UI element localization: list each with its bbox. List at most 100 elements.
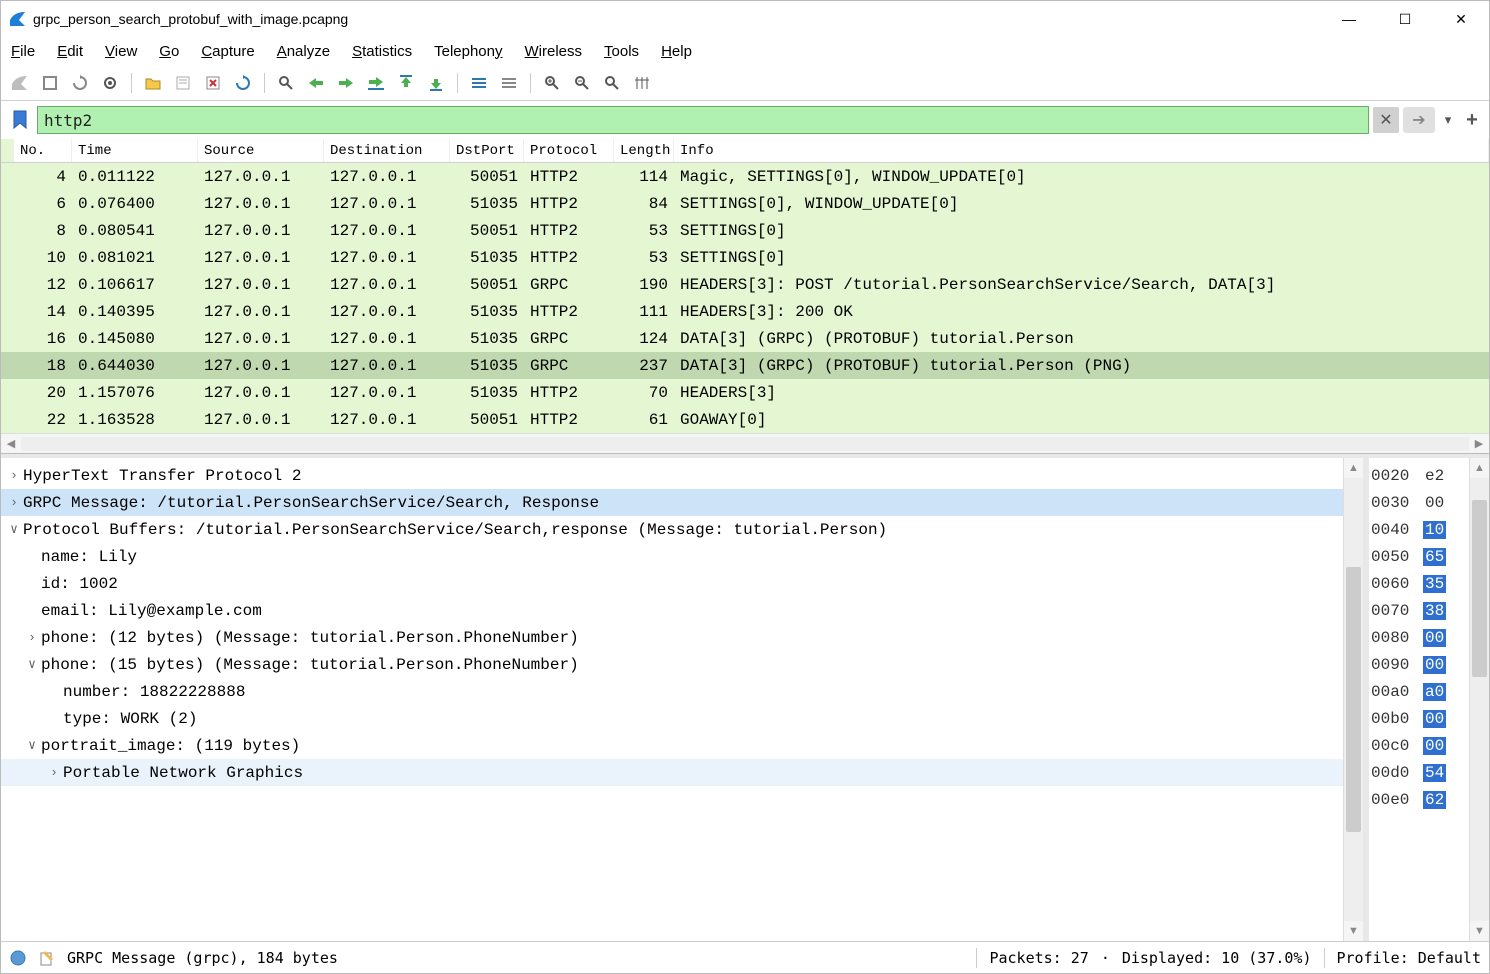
tree-toggle-icon[interactable]: › [23, 630, 41, 645]
hex-row[interactable]: 00d054 [1371, 759, 1467, 786]
open-file-icon[interactable] [140, 70, 166, 96]
scroll-down-icon[interactable]: ▼ [1344, 921, 1363, 941]
detail-row[interactable]: type: WORK (2) [1, 705, 1343, 732]
zoom-in-icon[interactable] [539, 70, 565, 96]
scroll-down-icon[interactable]: ▼ [1470, 921, 1489, 941]
zoom-reset-icon[interactable] [599, 70, 625, 96]
menu-telephony[interactable]: Telephony [434, 43, 502, 60]
menu-capture[interactable]: Capture [201, 43, 254, 60]
packet-row[interactable]: 120.106617127.0.0.1127.0.0.150051GRPC190… [1, 271, 1489, 298]
hex-row[interactable]: 009000 [1371, 651, 1467, 678]
filter-history-icon[interactable]: ▾ [1439, 112, 1457, 128]
menu-statistics[interactable]: Statistics [352, 43, 412, 60]
packet-row[interactable]: 100.081021127.0.0.1127.0.0.151035HTTP253… [1, 244, 1489, 271]
expert-info-icon[interactable] [9, 949, 27, 967]
packet-row[interactable]: 80.080541127.0.0.1127.0.0.150051HTTP253S… [1, 217, 1489, 244]
detail-row[interactable]: ›Portable Network Graphics [1, 759, 1343, 786]
hex-row[interactable]: 007038 [1371, 597, 1467, 624]
col-header-info[interactable]: Info [674, 139, 1489, 162]
hex-row[interactable]: 006035 [1371, 570, 1467, 597]
scroll-up-icon[interactable]: ▲ [1344, 458, 1363, 478]
menu-tools[interactable]: Tools [604, 43, 639, 60]
find-icon[interactable] [273, 70, 299, 96]
go-last-icon[interactable] [423, 70, 449, 96]
resize-columns-icon[interactable] [629, 70, 655, 96]
filter-add-icon[interactable]: + [1461, 109, 1483, 132]
scroll-up-icon[interactable]: ▲ [1470, 458, 1489, 478]
packet-list-body[interactable]: 40.011122127.0.0.1127.0.0.150051HTTP2114… [1, 163, 1489, 433]
bookmark-icon[interactable] [7, 107, 33, 133]
hex-row[interactable]: 00b000 [1371, 705, 1467, 732]
capture-options-icon[interactable] [97, 70, 123, 96]
bytes-vscroll[interactable]: ▲ ▼ [1469, 458, 1489, 941]
save-file-icon[interactable] [170, 70, 196, 96]
hex-row[interactable]: 004010 [1371, 516, 1467, 543]
tree-toggle-icon[interactable]: › [5, 495, 23, 510]
filter-clear-icon[interactable]: ✕ [1373, 107, 1399, 133]
menu-edit[interactable]: Edit [57, 43, 83, 60]
detail-row[interactable]: ›HyperText Transfer Protocol 2 [1, 462, 1343, 489]
menu-analyze[interactable]: Analyze [277, 43, 330, 60]
hex-row[interactable]: 00e062 [1371, 786, 1467, 813]
hex-row[interactable]: 0020e2 [1371, 462, 1467, 489]
detail-row[interactable]: ∨portrait_image: (119 bytes) [1, 732, 1343, 759]
detail-row[interactable]: ›GRPC Message: /tutorial.PersonSearchSer… [1, 489, 1343, 516]
scroll-right-icon[interactable]: ▶ [1469, 437, 1489, 450]
col-header-no[interactable]: No. [14, 139, 72, 162]
packet-bytes-body[interactable]: 0020e20030000040100050650060350070380080… [1369, 458, 1469, 941]
detail-row[interactable]: ›phone: (12 bytes) (Message: tutorial.Pe… [1, 624, 1343, 651]
capture-stop-icon[interactable] [37, 70, 63, 96]
display-filter-input[interactable] [37, 106, 1369, 134]
colorize-icon[interactable] [496, 70, 522, 96]
packet-details-body[interactable]: ›HyperText Transfer Protocol 2›GRPC Mess… [1, 458, 1343, 941]
detail-row[interactable]: number: 18822228888 [1, 678, 1343, 705]
go-first-icon[interactable] [393, 70, 419, 96]
filter-apply-icon[interactable]: ➔ [1403, 107, 1435, 133]
go-back-icon[interactable] [303, 70, 329, 96]
detail-row[interactable]: id: 1002 [1, 570, 1343, 597]
detail-row[interactable]: ∨Protocol Buffers: /tutorial.PersonSearc… [1, 516, 1343, 543]
menu-wireless[interactable]: Wireless [525, 43, 583, 60]
edit-capture-icon[interactable] [39, 949, 55, 967]
go-forward-icon[interactable] [333, 70, 359, 96]
detail-row[interactable]: name: Lily [1, 543, 1343, 570]
status-profile[interactable]: Profile: Default [1337, 949, 1482, 967]
scroll-left-icon[interactable]: ◀ [1, 437, 21, 450]
packet-row[interactable]: 40.011122127.0.0.1127.0.0.150051HTTP2114… [1, 163, 1489, 190]
capture-restart-icon[interactable] [67, 70, 93, 96]
hex-row[interactable]: 005065 [1371, 543, 1467, 570]
close-file-icon[interactable] [200, 70, 226, 96]
hex-row[interactable]: 00a0a0 [1371, 678, 1467, 705]
col-header-destination[interactable]: Destination [324, 139, 450, 162]
auto-scroll-icon[interactable] [466, 70, 492, 96]
packet-row[interactable]: 201.157076127.0.0.1127.0.0.151035HTTP270… [1, 379, 1489, 406]
tree-toggle-icon[interactable]: › [5, 468, 23, 483]
packet-row[interactable]: 160.145080127.0.0.1127.0.0.151035GRPC124… [1, 325, 1489, 352]
tree-toggle-icon[interactable]: ∨ [23, 657, 41, 672]
col-header-time[interactable]: Time [72, 139, 198, 162]
hex-row[interactable]: 003000 [1371, 489, 1467, 516]
reload-icon[interactable] [230, 70, 256, 96]
minimize-button[interactable]: ― [1321, 1, 1377, 37]
col-header-length[interactable]: Length [614, 139, 674, 162]
menu-help[interactable]: Help [661, 43, 692, 60]
maximize-button[interactable]: ☐ [1377, 1, 1433, 37]
col-header-protocol[interactable]: Protocol [524, 139, 614, 162]
tree-toggle-icon[interactable]: ∨ [5, 522, 23, 537]
close-button[interactable]: ✕ [1433, 1, 1489, 37]
details-vscroll[interactable]: ▲ ▼ [1343, 458, 1363, 941]
zoom-out-icon[interactable] [569, 70, 595, 96]
packet-row[interactable]: 180.644030127.0.0.1127.0.0.151035GRPC237… [1, 352, 1489, 379]
capture-start-icon[interactable] [7, 70, 33, 96]
scroll-track[interactable] [21, 437, 1469, 451]
menu-go[interactable]: Go [159, 43, 179, 60]
col-header-dstport[interactable]: DstPort [450, 139, 524, 162]
hex-row[interactable]: 008000 [1371, 624, 1467, 651]
detail-row[interactable]: ∨phone: (15 bytes) (Message: tutorial.Pe… [1, 651, 1343, 678]
menu-file[interactable]: File [11, 43, 35, 60]
packet-row[interactable]: 60.076400127.0.0.1127.0.0.151035HTTP284S… [1, 190, 1489, 217]
packet-list-hscroll[interactable]: ◀ ▶ [1, 433, 1489, 453]
detail-row[interactable]: email: Lily@example.com [1, 597, 1343, 624]
packet-list-header[interactable]: No. Time Source Destination DstPort Prot… [1, 139, 1489, 163]
col-header-source[interactable]: Source [198, 139, 324, 162]
